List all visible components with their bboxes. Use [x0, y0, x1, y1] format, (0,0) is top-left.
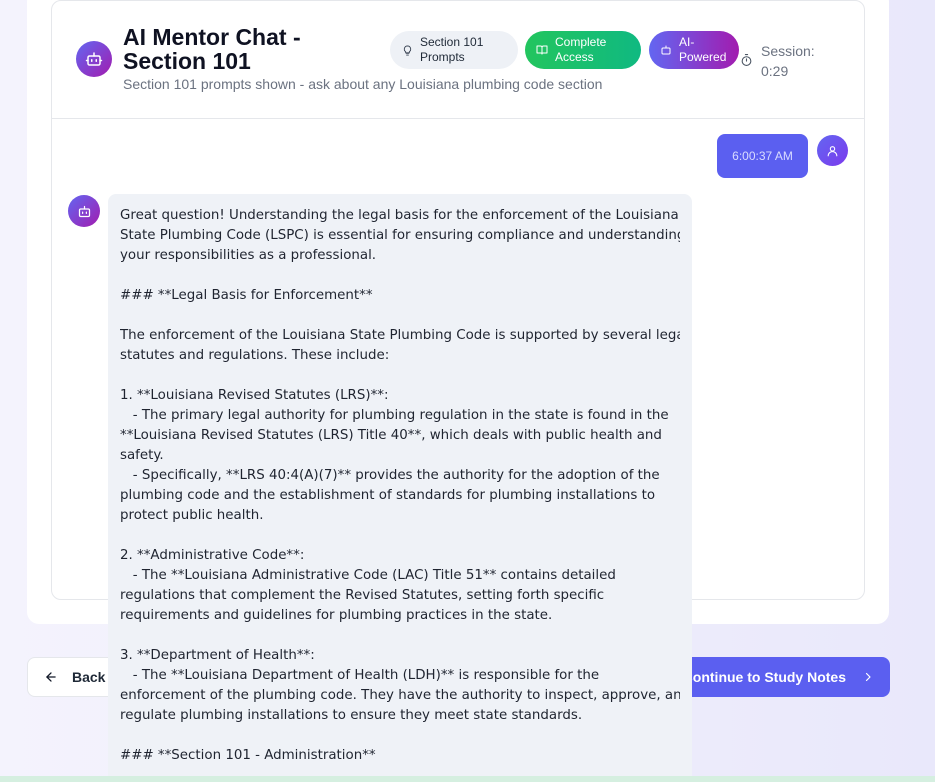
- bot-message-avatar: [68, 195, 100, 227]
- message-line: statutes and regulations. These include:: [120, 348, 390, 363]
- message-line: The enforcement of the Louisiana State P…: [120, 328, 680, 343]
- continue-button-label: Continue to Study Notes: [682, 669, 846, 685]
- session-timer: Session: 0:29: [761, 43, 815, 79]
- message-line: regulate plumbing installations to ensur…: [120, 708, 583, 723]
- message-line: Great question! Understanding the legal …: [120, 208, 679, 223]
- message-line: **Louisiana Revised Statutes (LRS) Title…: [120, 428, 662, 443]
- prompts-badge: Section 101 Prompts: [390, 31, 518, 69]
- message-line: [120, 726, 680, 746]
- assistant-message-text: Great question! Understanding the legal …: [120, 206, 680, 766]
- chat-header: AI Mentor Chat - Section 101 Section 101…: [52, 1, 864, 119]
- message-line: your responsibilities as a professional.: [120, 248, 377, 263]
- page-subtitle: Section 101 prompts shown - ask about an…: [123, 76, 603, 92]
- message-line: [120, 366, 680, 386]
- user-message-bubble: 6:00:37 AM: [717, 134, 808, 178]
- message-line: 1. **Louisiana Revised Statutes (LRS)**:: [120, 388, 389, 403]
- user-icon: [827, 145, 838, 156]
- message-line: protect public health.: [120, 508, 264, 523]
- message-line: regulations that complement the Revised …: [120, 588, 605, 603]
- message-line: enforcement of the plumbing code. They h…: [120, 688, 680, 703]
- message-line: 2. **Administrative Code**:: [120, 548, 305, 563]
- bot-icon: [78, 205, 90, 217]
- message-line: [120, 306, 680, 326]
- message-line: - Specifically, **LRS 40:4(A)(7)** provi…: [120, 468, 660, 483]
- assistant-message-bubble: Great question! Understanding the legal …: [108, 194, 692, 782]
- message-line: safety.: [120, 448, 164, 463]
- message-line: - The **Louisiana Administrative Code (L…: [120, 568, 616, 583]
- back-button-label: Back: [72, 669, 106, 685]
- timer-icon: [741, 54, 752, 66]
- message-line: [120, 626, 680, 646]
- access-badge-label: Complete Access: [555, 35, 607, 64]
- prompts-badge-label: Section 101 Prompts: [420, 35, 484, 64]
- sparkle-icon: [661, 45, 671, 55]
- user-avatar: [817, 135, 848, 166]
- message-line: - The primary legal authority for plumbi…: [120, 408, 669, 423]
- access-badge: Complete Access: [525, 31, 641, 69]
- ai-powered-badge: AI-Powered: [649, 31, 739, 69]
- chevron-right-icon: [865, 672, 871, 682]
- message-line: plumbing code and the establishment of s…: [120, 488, 656, 503]
- lightbulb-icon: [403, 44, 411, 56]
- message-line: ### **Section 101 - Administration**: [120, 748, 376, 763]
- page-title: AI Mentor Chat - Section 101: [123, 24, 301, 74]
- arrow-left-icon: [46, 672, 56, 682]
- book-icon: [536, 45, 548, 55]
- bot-icon: [85, 52, 103, 66]
- bottom-divider: [0, 776, 935, 782]
- ai-badge-label: AI-Powered: [679, 35, 727, 64]
- message-timestamp: 6:00:37 AM: [732, 149, 793, 163]
- message-line: - The **Louisiana Department of Health (…: [120, 668, 600, 683]
- message-line: requirements and guidelines for plumbing…: [120, 608, 553, 623]
- message-line: [120, 526, 680, 546]
- bot-avatar: [76, 41, 112, 77]
- message-line: [120, 266, 680, 286]
- message-line: ### **Legal Basis for Enforcement**: [120, 288, 373, 303]
- message-line: 3. **Department of Health**:: [120, 648, 315, 663]
- message-line: State Plumbing Code (LSPC) is essential …: [120, 228, 680, 243]
